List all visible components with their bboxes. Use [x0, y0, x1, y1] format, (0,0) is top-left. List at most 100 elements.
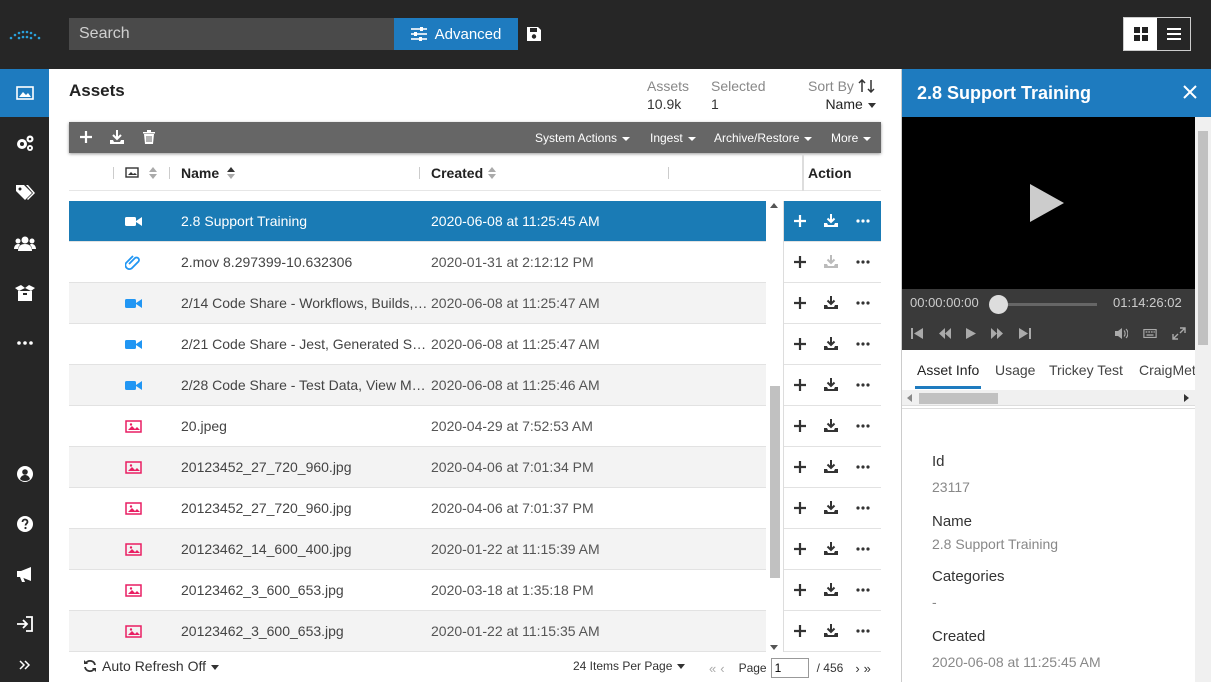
add-icon[interactable] — [793, 542, 807, 556]
table-row[interactable]: 20123462_3_600_653.jpg 2020-01-22 at 11:1… — [69, 611, 766, 652]
table-row[interactable]: 20.jpeg 2020-04-29 at 7:52:53 AM — [69, 406, 766, 447]
download-icon[interactable] — [824, 542, 838, 556]
ellipsis-icon[interactable] — [856, 542, 870, 556]
seek-handle[interactable] — [989, 295, 1008, 314]
scroll-thumb[interactable] — [770, 386, 780, 578]
ingest-menu[interactable]: Ingest — [650, 131, 696, 145]
system-actions-menu[interactable]: System Actions — [535, 131, 630, 145]
sidebar-item-assets[interactable] — [0, 69, 49, 117]
scroll-left-arrow[interactable] — [907, 394, 912, 402]
download-icon[interactable] — [824, 296, 838, 310]
play-small-icon[interactable] — [964, 327, 978, 340]
close-icon[interactable] — [1182, 84, 1198, 100]
ellipsis-icon[interactable] — [856, 255, 870, 269]
tabs-scrollbar[interactable] — [902, 390, 1195, 406]
sort-direction-icon[interactable] — [858, 78, 876, 94]
table-row[interactable]: 2.8 Support Training 2020-06-08 at 11:25:… — [69, 201, 766, 242]
sort-control[interactable]: Sort By Name — [808, 78, 876, 112]
add-icon[interactable] — [793, 378, 807, 392]
table-row[interactable]: 20123462_14_600_400.jpg 2020-01-22 at 11:… — [69, 529, 766, 570]
add-icon[interactable] — [793, 624, 807, 638]
download-icon[interactable] — [824, 378, 838, 392]
table-row[interactable]: 20123462_3_600_653.jpg 2020-03-18 at 1:35… — [69, 570, 766, 611]
scroll-up-arrow[interactable] — [770, 203, 778, 208]
column-header-created[interactable]: Created — [431, 165, 483, 181]
table-row[interactable]: 2/21 Code Share - Jest, Generated SDKs 20… — [69, 324, 766, 365]
grid-view-button[interactable] — [1124, 18, 1157, 50]
keyboard-icon[interactable] — [1143, 327, 1157, 340]
archive-restore-menu[interactable]: Archive/Restore — [714, 131, 812, 145]
ellipsis-icon[interactable] — [856, 296, 870, 310]
play-icon[interactable] — [1030, 184, 1064, 222]
volume-icon[interactable] — [1114, 327, 1128, 340]
trash-icon[interactable] — [141, 129, 157, 145]
panel-scrollbar[interactable] — [1195, 117, 1211, 682]
ellipsis-icon[interactable] — [856, 583, 870, 597]
logo-icon[interactable] — [8, 26, 42, 42]
sort-ascending-icon[interactable] — [227, 167, 235, 179]
fast-forward-icon[interactable] — [990, 327, 1004, 340]
list-view-button[interactable] — [1157, 18, 1190, 50]
seek-bar[interactable] — [997, 303, 1097, 306]
scroll-right-arrow[interactable] — [1184, 394, 1189, 402]
more-menu[interactable]: More — [831, 131, 871, 145]
tab-trickey-test[interactable]: Trickey Test — [1049, 362, 1123, 378]
table-row[interactable]: 2/14 Code Share - Workflows, Builds, R..… — [69, 283, 766, 324]
image-icon[interactable] — [125, 167, 139, 178]
fullscreen-icon[interactable] — [1172, 327, 1186, 340]
ellipsis-icon[interactable] — [856, 501, 870, 515]
video-player[interactable]: 00:00:00:00 01:14:26:02 — [902, 117, 1195, 350]
advanced-search-button[interactable]: Advanced — [394, 18, 518, 50]
table-row[interactable]: 20123452_27_720_960.jpg 2020-04-06 at 7:0… — [69, 488, 766, 529]
last-page-icon[interactable]: » — [864, 661, 871, 676]
ellipsis-icon[interactable] — [856, 460, 870, 474]
ellipsis-icon[interactable] — [856, 337, 870, 351]
search-input[interactable] — [69, 18, 394, 50]
download-icon[interactable] — [824, 255, 838, 269]
download-icon[interactable] — [824, 460, 838, 474]
tab-craigmeta[interactable]: CraigMeta — [1139, 362, 1195, 378]
sort-icon[interactable] — [149, 167, 157, 179]
add-icon[interactable] — [793, 501, 807, 515]
download-icon[interactable] — [824, 583, 838, 597]
rewind-icon[interactable] — [938, 327, 952, 340]
add-icon[interactable] — [793, 460, 807, 474]
column-header-name[interactable]: Name — [181, 165, 219, 181]
ellipsis-icon[interactable] — [856, 214, 870, 228]
skip-forward-icon[interactable] — [1018, 327, 1032, 340]
add-icon[interactable] — [793, 583, 807, 597]
page-number-input[interactable] — [770, 658, 809, 678]
sidebar-item-announcements[interactable] — [0, 550, 49, 598]
ellipsis-icon[interactable] — [856, 419, 870, 433]
sidebar-item-help[interactable] — [0, 500, 49, 548]
tab-usage[interactable]: Usage — [995, 362, 1035, 378]
add-icon[interactable] — [793, 419, 807, 433]
sidebar-item-tags[interactable] — [0, 169, 49, 217]
list-scrollbar[interactable] — [768, 201, 780, 652]
prev-page-icon[interactable]: ‹ — [720, 661, 724, 676]
download-icon[interactable] — [824, 624, 838, 638]
scroll-down-arrow[interactable] — [770, 645, 778, 650]
download-icon[interactable] — [824, 214, 838, 228]
sidebar-expand[interactable] — [0, 641, 49, 682]
tab-asset-info[interactable]: Asset Info — [917, 362, 979, 378]
skip-back-icon[interactable] — [910, 327, 924, 340]
panel-scroll-thumb[interactable] — [1198, 131, 1208, 345]
sort-value[interactable]: Name — [808, 96, 876, 112]
next-page-icon[interactable]: › — [855, 661, 859, 676]
download-icon[interactable] — [824, 419, 838, 433]
sidebar-item-collections[interactable] — [0, 269, 49, 317]
tabs-scroll-thumb[interactable] — [919, 393, 998, 404]
add-icon[interactable] — [793, 296, 807, 310]
download-icon[interactable] — [109, 129, 125, 145]
download-icon[interactable] — [824, 501, 838, 515]
sidebar-item-more[interactable] — [0, 319, 49, 367]
table-row[interactable]: 2.mov 8.297399-10.632306 2020-01-31 at 2:… — [69, 242, 766, 283]
sidebar-item-users[interactable] — [0, 219, 49, 267]
table-row[interactable]: 20123452_27_720_960.jpg 2020-04-06 at 7:0… — [69, 447, 766, 488]
table-row[interactable]: 2/28 Code Share - Test Data, View Mo... 2… — [69, 365, 766, 406]
add-icon[interactable] — [793, 255, 807, 269]
auto-refresh-control[interactable]: Auto Refresh Off — [83, 658, 219, 674]
sort-icon[interactable] — [488, 167, 496, 179]
save-icon[interactable] — [526, 26, 542, 42]
